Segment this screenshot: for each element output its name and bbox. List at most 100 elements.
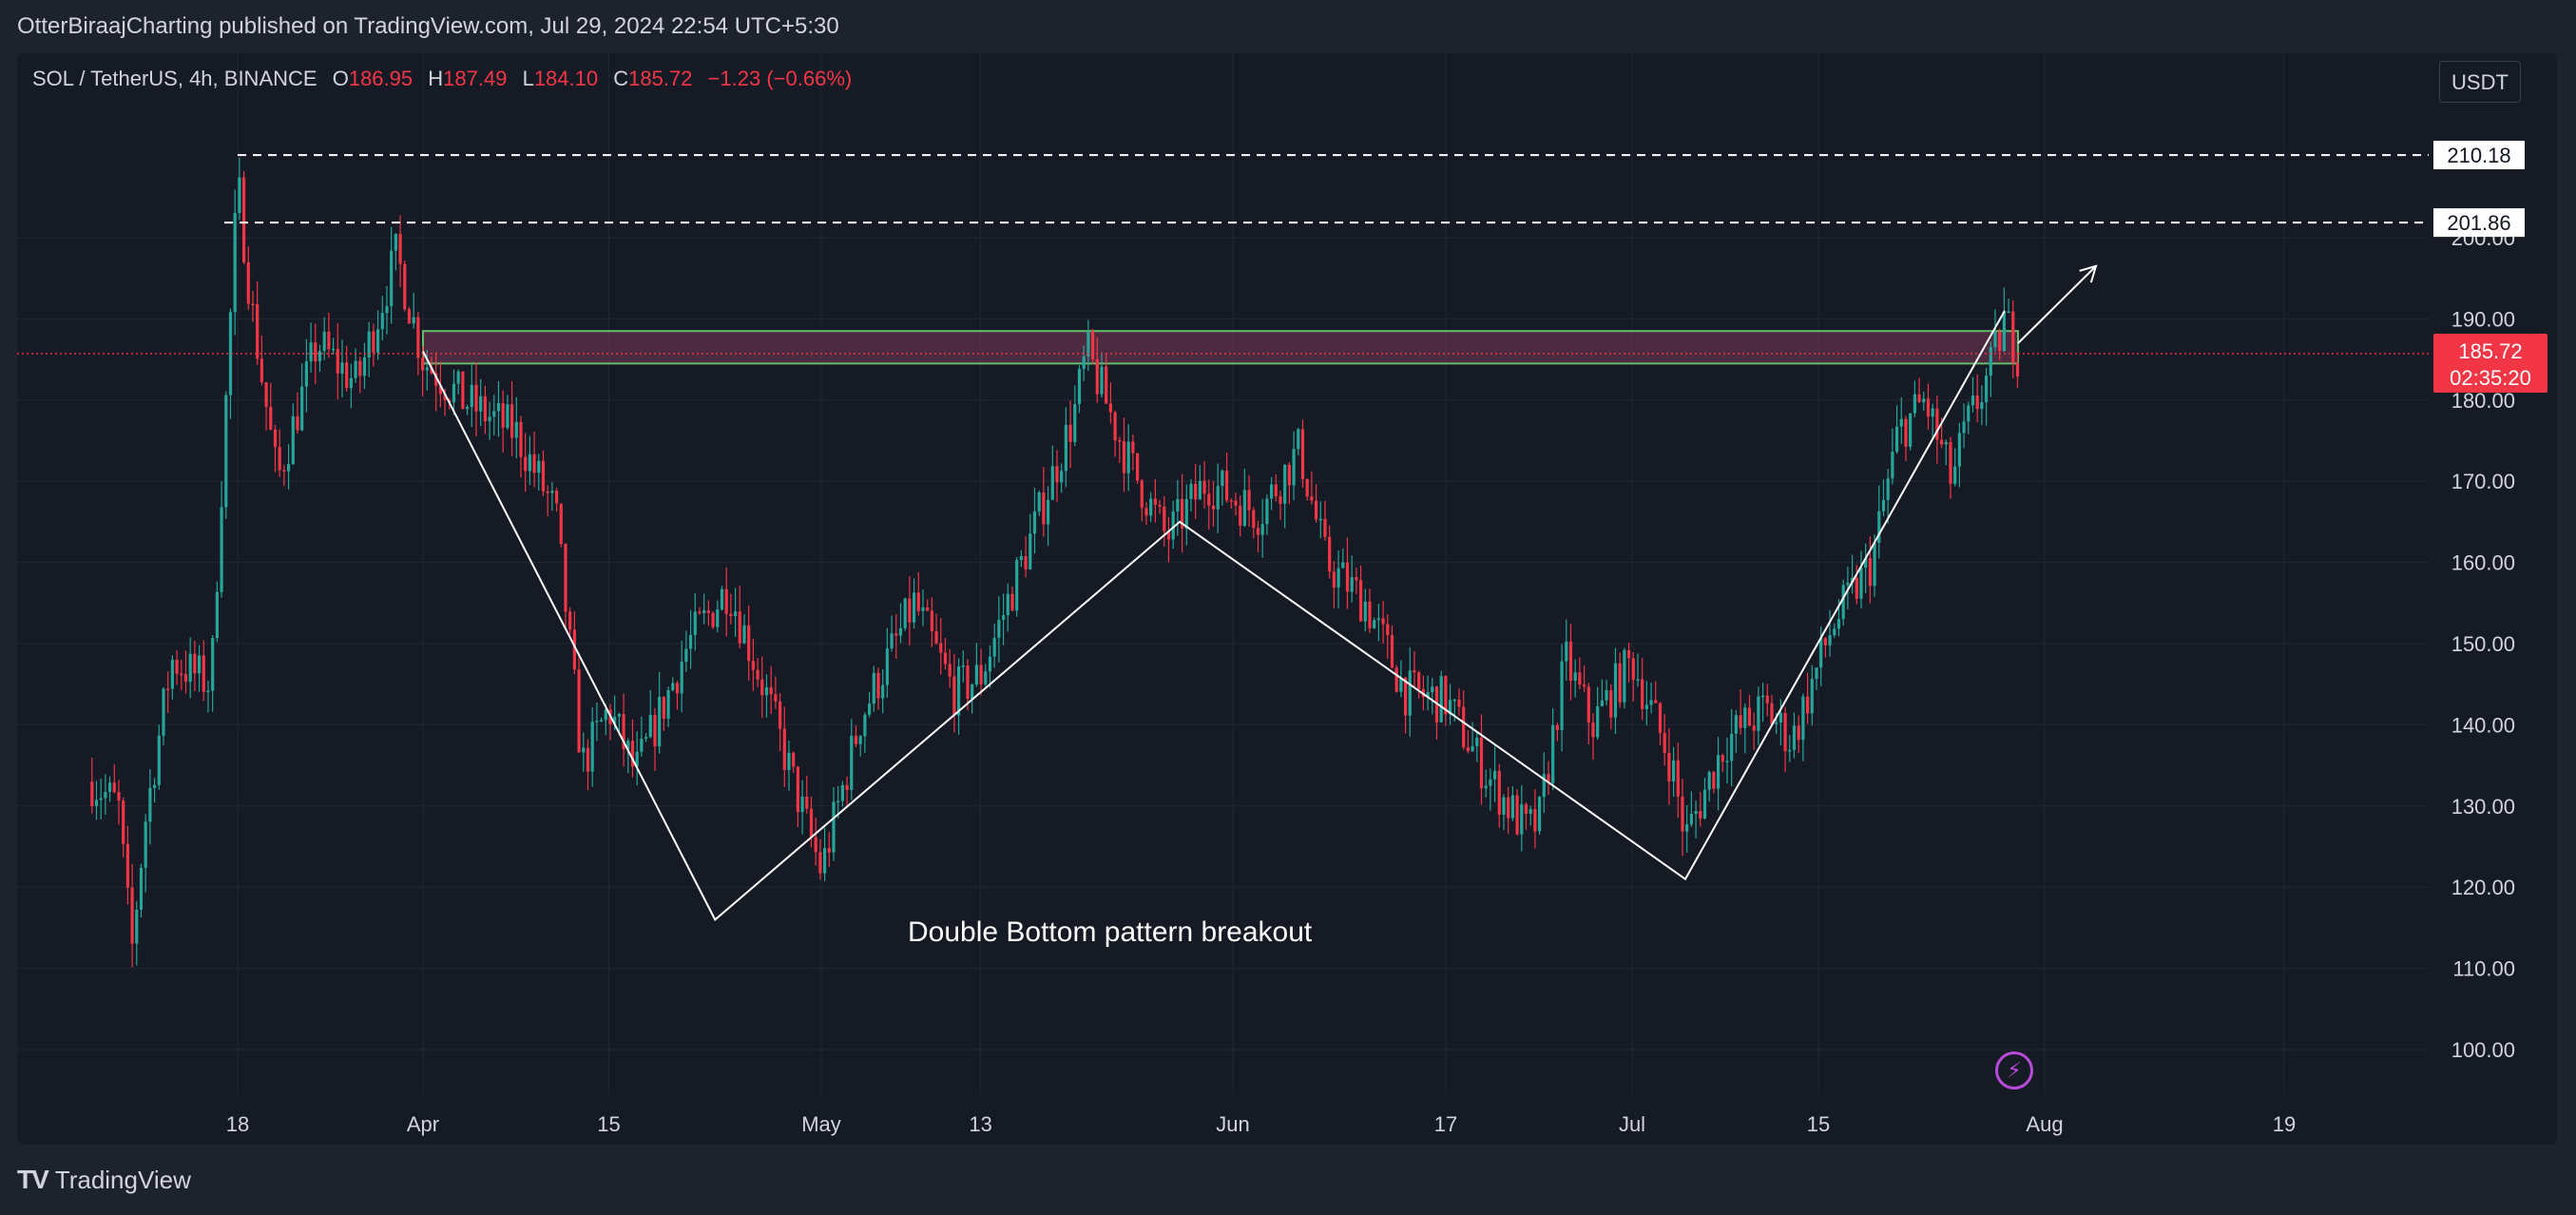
candle-body	[1909, 413, 1913, 447]
candle-body	[1413, 670, 1416, 673]
candle-body	[260, 358, 263, 383]
candle-body	[1586, 686, 1590, 723]
candle-body	[1363, 601, 1367, 622]
candle-body	[506, 404, 509, 428]
candle-body	[1573, 672, 1577, 682]
candle-body	[465, 407, 470, 410]
candle-body	[1967, 405, 1970, 422]
candle-body	[1702, 789, 1707, 819]
candle-body	[99, 798, 103, 800]
candle-body	[1497, 770, 1501, 815]
open-label: O	[332, 67, 349, 90]
candle-body	[840, 784, 844, 801]
candle-body	[492, 411, 496, 417]
candle-body	[706, 610, 710, 613]
candle-body	[1077, 369, 1082, 405]
candle-body	[1073, 404, 1077, 442]
candle-body	[894, 633, 898, 636]
candle-body	[1939, 439, 1944, 445]
candle-body	[930, 610, 933, 631]
candle-body	[1265, 498, 1269, 525]
candle-body	[724, 588, 728, 614]
chart-svg[interactable]: Double Bottom pattern breakout 100.00 110.…	[0, 0, 2576, 1150]
candle-body	[1649, 700, 1653, 705]
y-tick-label: 190.00	[2451, 307, 2515, 331]
candle-body	[2007, 311, 2010, 314]
candle-body	[568, 611, 572, 630]
candle-body	[1408, 670, 1412, 716]
candle-body	[934, 630, 938, 644]
candle-body	[175, 659, 179, 674]
y-tick-label: 130.00	[2451, 795, 2515, 819]
candle-body	[1537, 797, 1542, 832]
candle-body	[586, 747, 590, 772]
candle-body	[1957, 433, 1961, 467]
candle-body	[1471, 745, 1474, 752]
close-value: 185.72	[628, 67, 693, 90]
candle-body	[1060, 471, 1064, 483]
candle-body	[170, 659, 174, 689]
candle-body	[716, 609, 720, 627]
candle-body	[135, 909, 139, 944]
candle-body	[1131, 441, 1135, 453]
candle-body	[1064, 424, 1067, 472]
candle-body	[1935, 408, 1939, 440]
candle-body	[640, 739, 644, 752]
candle-body	[926, 607, 930, 611]
candle-body	[1484, 785, 1488, 789]
candle-body	[1355, 577, 1358, 581]
candle-body	[117, 792, 121, 801]
candle-body	[720, 588, 724, 610]
candle-body	[1510, 795, 1514, 819]
candle-body	[1721, 755, 1724, 762]
candle-body	[1899, 418, 1903, 427]
candle-body	[193, 653, 197, 674]
candle-body	[1667, 752, 1671, 781]
candle-body	[1788, 749, 1792, 752]
candle-body	[792, 752, 796, 767]
candle-body	[331, 348, 336, 351]
tradingview-logo[interactable]: TV TradingView	[17, 1165, 191, 1194]
candle-body	[1113, 412, 1117, 441]
candle-body	[1457, 699, 1461, 707]
x-tick-label: Aug	[2026, 1112, 2063, 1136]
candle-body	[241, 177, 246, 262]
candle-body	[1836, 619, 1841, 629]
candle-body	[1095, 358, 1099, 395]
candle-body	[528, 453, 531, 472]
candle-body	[1578, 672, 1582, 685]
candle-body	[286, 464, 291, 472]
candle-body	[680, 662, 683, 694]
candle-body	[782, 728, 786, 770]
candle-body	[1318, 518, 1322, 521]
candle-body	[1962, 421, 1966, 434]
candle-body	[1568, 641, 1573, 682]
candle-body	[1565, 641, 1568, 662]
candle-body	[1256, 528, 1260, 535]
currency-button[interactable]: USDT	[2439, 61, 2521, 103]
candle-body	[483, 395, 487, 421]
candle-body	[1949, 441, 1952, 484]
candle-body	[1198, 480, 1201, 500]
symbol-title[interactable]: SOL / TetherUS, 4h, BINANCE	[32, 67, 317, 90]
candle-body	[1239, 505, 1242, 526]
candle-body	[327, 331, 331, 350]
candle-body	[827, 847, 831, 853]
candle-body	[1993, 331, 1997, 347]
candle-body	[1868, 558, 1872, 587]
candle-body	[1216, 486, 1220, 510]
candle-body	[1600, 700, 1604, 706]
candle-body	[1341, 562, 1345, 569]
candle-body	[291, 415, 295, 465]
candle-body	[684, 648, 688, 663]
candle-body	[220, 507, 223, 592]
candle-body	[246, 261, 250, 304]
candle-body	[1144, 508, 1148, 516]
lightning-icon[interactable]: ⚡	[1995, 1051, 2033, 1090]
candle-body	[1605, 689, 1608, 701]
candle-body	[1626, 649, 1631, 659]
candle-body	[282, 470, 286, 472]
candle-body	[238, 177, 241, 214]
y-tick-label: 120.00	[2451, 876, 2515, 899]
candle-body	[1699, 811, 1702, 819]
